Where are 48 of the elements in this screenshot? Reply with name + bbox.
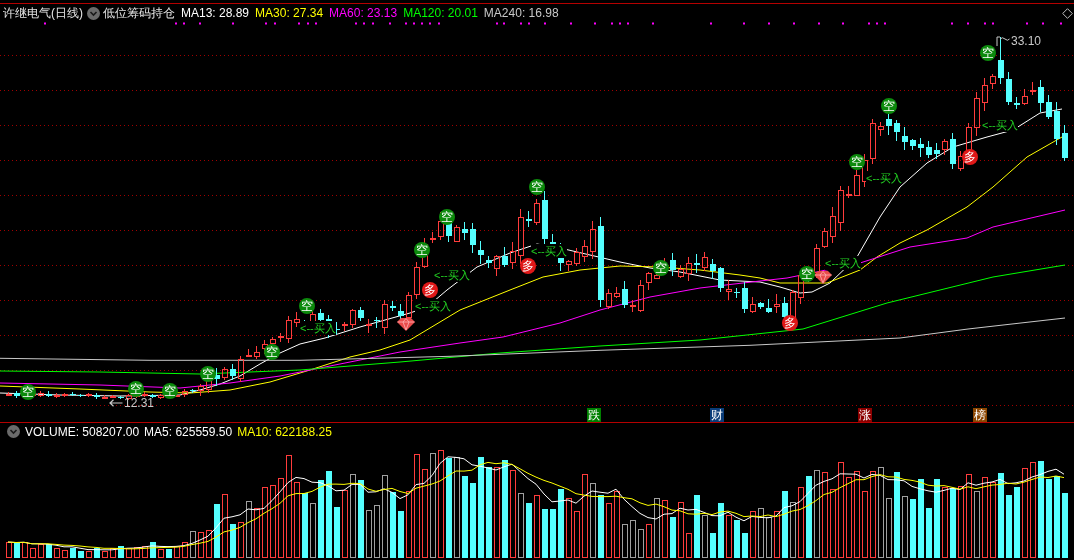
ma-reading: MA60: 23.13 (329, 6, 398, 20)
short-signal-marker: 空 (128, 381, 144, 397)
buy-signal-label: <--买入 (982, 118, 1018, 132)
short-signal-marker: 空 (529, 179, 545, 195)
short-signal-marker: 空 (162, 383, 178, 399)
volume-reading: VOLUME: 508207.00 (25, 424, 140, 439)
high-price-label: 33.10 (1011, 35, 1042, 47)
ma-reading: MA240: 16.98 (483, 6, 559, 20)
volume-reading: MA5: 625559.50 (144, 424, 233, 439)
long-signal-marker: 多 (962, 149, 978, 165)
diamond-icon[interactable] (1062, 7, 1073, 19)
volume-reading: MA10: 622188.25 (237, 424, 332, 439)
short-signal-marker: 空 (200, 366, 216, 382)
buy-signal-label: <--买入 (300, 321, 336, 335)
gem-icon (814, 271, 832, 284)
short-signal-marker: 空 (439, 209, 455, 225)
low-price-label: 12.31 (124, 397, 155, 409)
ma-reading: MA13: 28.89 (181, 6, 250, 20)
buy-signal-label: <--买入 (825, 256, 861, 270)
left-arrow-icon (109, 399, 123, 407)
long-signal-marker: 多 (422, 282, 438, 298)
short-signal-marker: 空 (881, 98, 897, 114)
indicator-name: 低位筹码持仓 (103, 4, 175, 22)
ma-reading: MA30: 27.34 (255, 6, 324, 20)
short-signal-marker: 空 (980, 45, 996, 61)
dropdown-icon[interactable] (87, 6, 100, 20)
ma-reading: MA120: 20.01 (403, 6, 478, 20)
long-signal-marker: 多 (520, 258, 536, 274)
long-signal-marker: 多 (782, 315, 798, 331)
buy-signal-label: <--买入 (531, 244, 567, 258)
event-tag: 涨 (858, 408, 872, 422)
short-signal-marker: 空 (20, 384, 36, 400)
event-tag: 榜 (973, 408, 987, 422)
dropdown-icon[interactable] (7, 425, 20, 438)
leader-line (996, 36, 1010, 46)
short-signal-marker: 空 (299, 298, 315, 314)
buy-signal-label: <--买入 (415, 299, 451, 313)
short-signal-marker: 空 (849, 154, 865, 170)
short-signal-marker: 空 (414, 242, 430, 258)
gem-icon (397, 318, 415, 331)
short-signal-marker: 空 (653, 260, 669, 276)
stock-title: 许继电气(日线) (3, 4, 83, 22)
buy-signal-label: <--买入 (866, 171, 902, 185)
event-tag: 跌 (587, 408, 601, 422)
event-tag: 财 (710, 408, 724, 422)
short-signal-marker: 空 (264, 344, 280, 360)
short-signal-marker: 空 (799, 266, 815, 282)
buy-signal-label: <--买入 (434, 268, 470, 282)
